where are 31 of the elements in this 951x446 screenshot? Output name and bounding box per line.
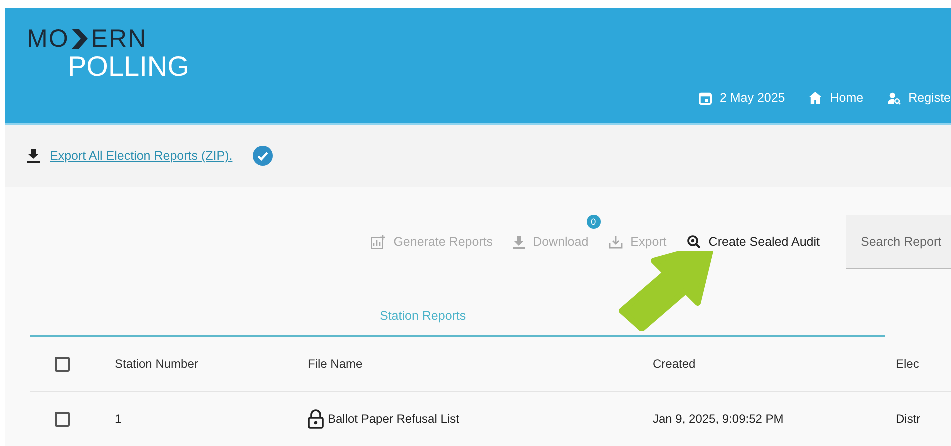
export-link[interactable]: Export All Election Reports (ZIP).: [50, 149, 233, 163]
logo-text: ERN: [91, 26, 148, 52]
chart-icon: [370, 235, 386, 249]
tab[interactable]: Station Reports: [380, 299, 466, 335]
column-header: Station Number: [115, 357, 200, 371]
column-header: Created: [653, 357, 697, 371]
nav-link[interactable]: 2 May 2025: [698, 91, 786, 105]
download-icon: [513, 236, 526, 248]
logo-text: POLLING: [68, 52, 190, 82]
search-field[interactable]: Search Report: [846, 215, 951, 269]
table-cell-text: Distr: [896, 412, 922, 426]
tray-download-icon: [608, 236, 623, 248]
callout-arrow-icon: [616, 251, 716, 331]
checkbox[interactable]: [55, 356, 70, 372]
table-cell-text: Jan 9, 2025, 9:09:52 PM: [653, 412, 785, 426]
home-icon: [809, 92, 822, 104]
nav-link[interactable]: Registe: [888, 91, 951, 105]
table-cell-text: 1: [115, 412, 123, 426]
logo-text: MO: [27, 26, 70, 52]
chevron-icon: [72, 29, 88, 49]
nav-link[interactable]: Home: [809, 91, 864, 105]
search-icon: [686, 235, 701, 249]
person-search-icon: [888, 92, 901, 104]
calendar-icon: [698, 92, 712, 104]
toolbar-button[interactable]: Create Sealed Audit: [686, 235, 820, 249]
download-icon: [27, 149, 40, 163]
count-badge: 0: [586, 215, 601, 229]
column-header: Elec: [896, 357, 920, 371]
table-cell: Ballot Paper Refusal List: [328, 412, 460, 426]
checkbox[interactable]: [55, 412, 70, 426]
column-header: File Name: [308, 357, 364, 371]
